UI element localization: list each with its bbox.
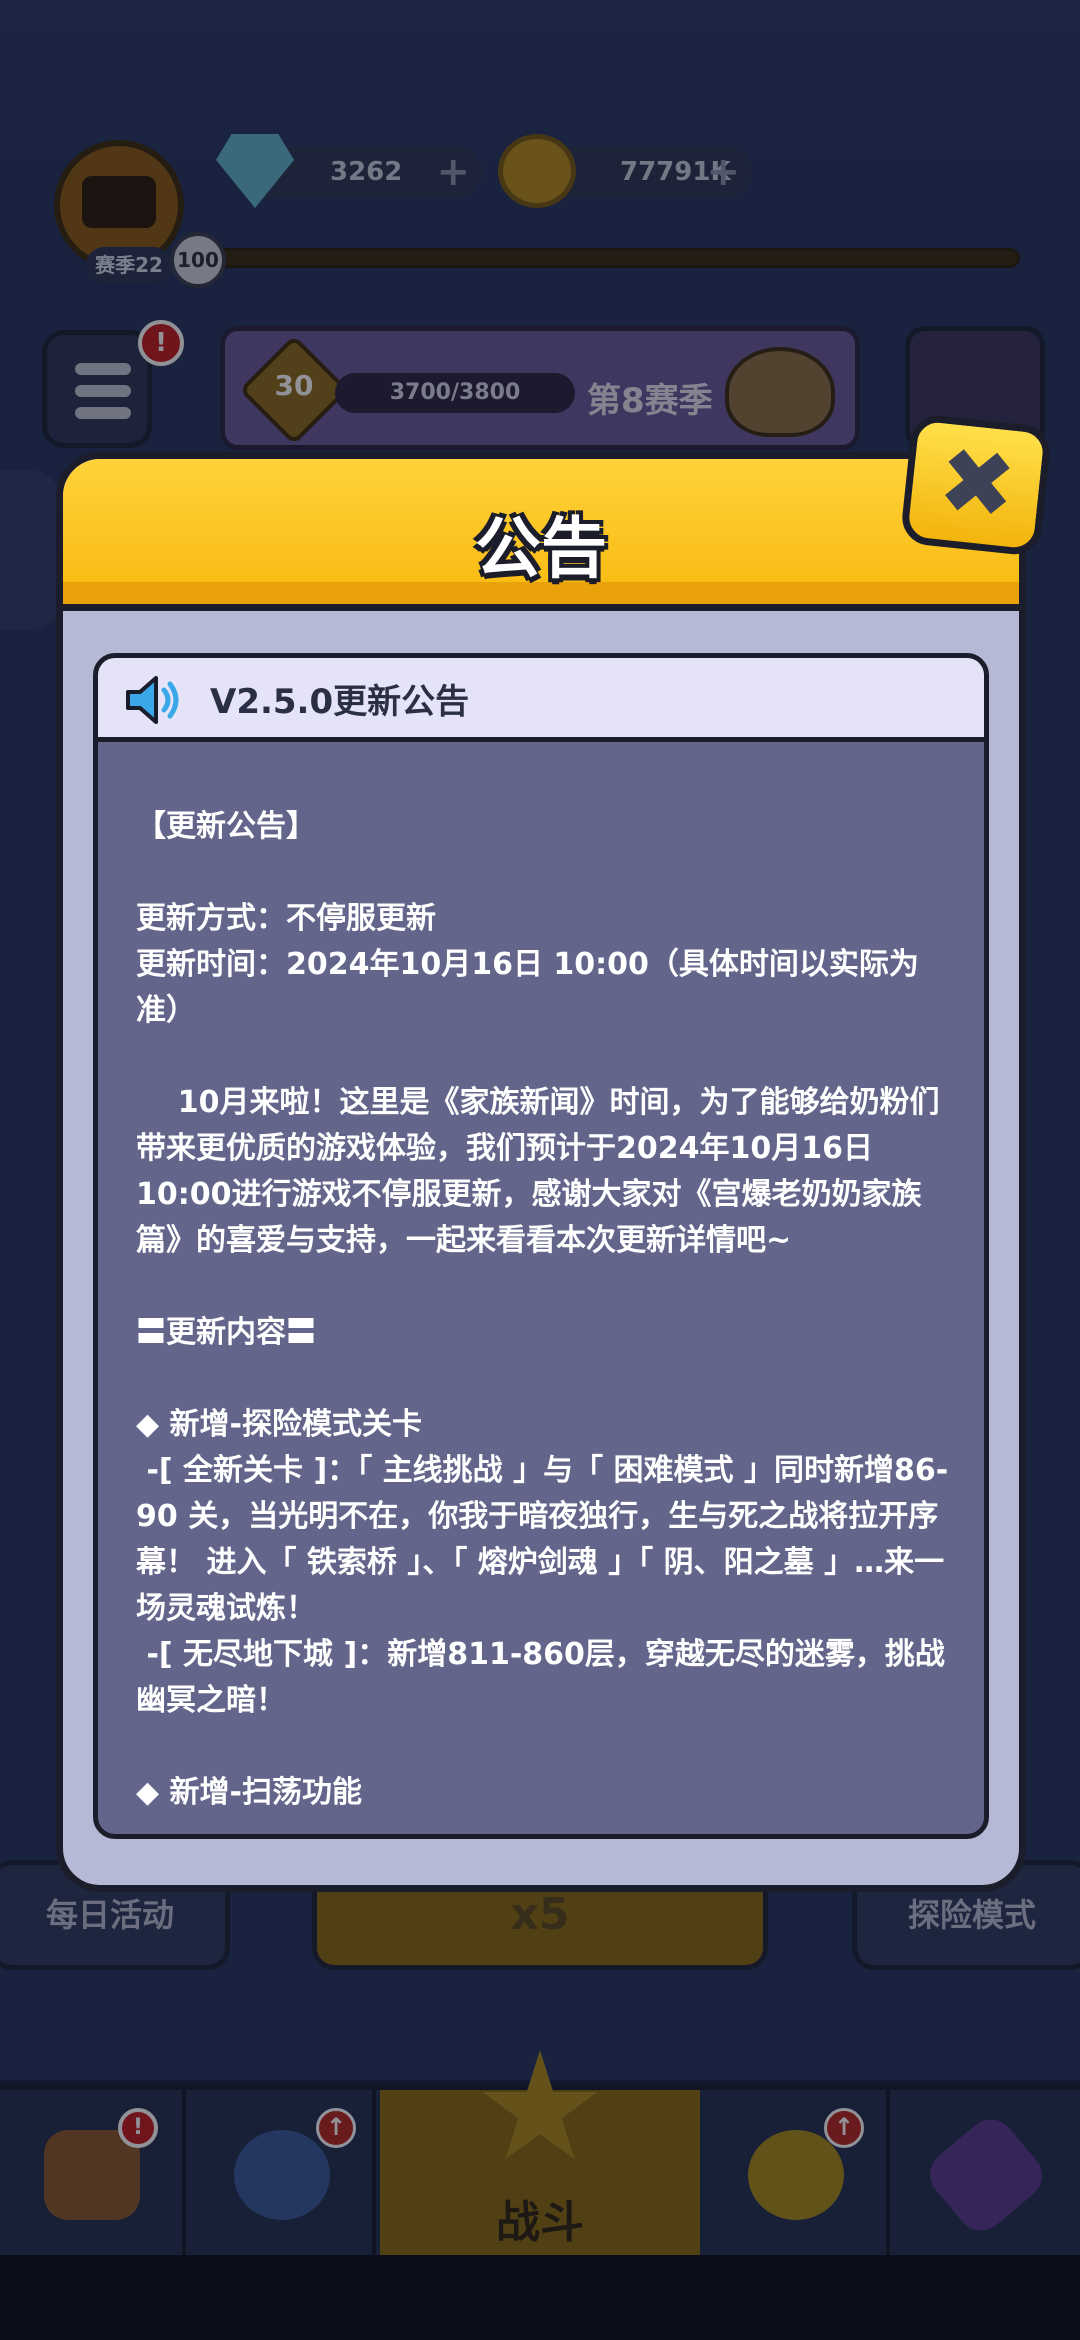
- game-screen: 赛季22 100 3262 + 77791K + ! 30 3700/3800 …: [0, 0, 1080, 2340]
- speaker-icon: [126, 676, 179, 724]
- notice-paragraph: 更新方式：不停服更新: [136, 901, 436, 936]
- notice-paragraph: 〓更新内容〓: [136, 1315, 316, 1350]
- close-icon: ✖: [933, 426, 1022, 541]
- notice-header: V2.5.0更新公告: [98, 658, 984, 742]
- notice-card[interactable]: V2.5.0更新公告 【更新公告】更新方式：不停服更新更新时间：2024年10月…: [93, 653, 989, 1839]
- notice-paragraph: -[ 无尽地下城 ]：新增811-860层，穿越无尽的迷雾，挑战幽冥之暗！: [136, 1637, 945, 1718]
- close-button[interactable]: ✖: [899, 413, 1053, 557]
- notice-body: 【更新公告】更新方式：不停服更新更新时间：2024年10月16日 10:00（具…: [136, 804, 956, 1816]
- notice-paragraph: 10月来啦！这里是《家族新闻》时间，为了能够给奶粉们带来更优质的游戏体验，我们预…: [136, 1085, 940, 1258]
- notice-paragraph: -[ 全新关卡 ]：「 主线挑战 」与「 困难模式 」同时新增86-90 关，当…: [136, 1453, 949, 1626]
- notice-paragraph: ◆ 新增-探险模式关卡: [136, 1407, 422, 1442]
- notice-paragraph: ◆ 新增-扫荡功能: [136, 1775, 362, 1810]
- modal-header: 公告: [63, 459, 1019, 611]
- modal-title: 公告: [475, 510, 607, 587]
- announcement-modal: 公告 V2.5.0更新公告 【更新公告】更新方式：不停服更新更新时间：2024年…: [56, 452, 1026, 1892]
- notice-title: V2.5.0更新公告: [210, 682, 470, 722]
- notice-paragraph: 【更新公告】: [136, 809, 316, 844]
- notice-paragraph: 更新时间：2024年10月16日 10:00（具体时间以实际为准）: [136, 947, 919, 1028]
